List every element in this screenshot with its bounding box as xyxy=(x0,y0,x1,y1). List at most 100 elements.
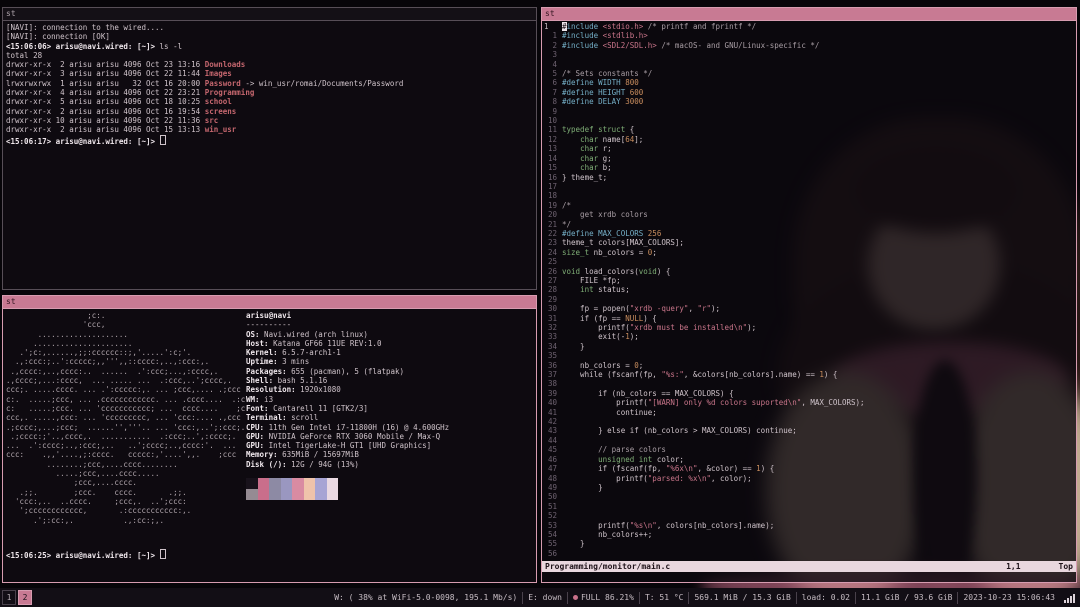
text-segment: int xyxy=(580,285,594,295)
text-segment: GPU: xyxy=(246,431,265,441)
color-swatch xyxy=(303,489,315,501)
line-number: 47 xyxy=(547,464,557,474)
terminal-window-vim[interactable]: st 1 #include <stdio.h> /* printf and fpr… xyxy=(541,7,1077,583)
text-cursor xyxy=(159,134,166,145)
text-segment: Intel TigerLake-H GT1 [UHD Graphics] xyxy=(264,441,432,451)
text-segment: ) { xyxy=(643,313,657,323)
window-titlebar[interactable]: st xyxy=(3,296,536,309)
status-segment: 2023-10-23 15:06:43 xyxy=(957,591,1060,604)
text-segment: , color); xyxy=(711,473,752,483)
text-segment: <15:06:06> arisu@navi.wired: [~]> xyxy=(6,41,160,51)
text-segment: , &colors[nb_colors].name) == xyxy=(683,370,820,380)
text-segment: Kernel: xyxy=(246,348,278,358)
window-titlebar[interactable]: st xyxy=(542,8,1076,21)
code-line: 11 typedef struct { xyxy=(544,125,1076,134)
vim-command-line[interactable] xyxy=(542,572,1076,582)
text-segment xyxy=(562,163,580,172)
text-segment: 256 xyxy=(647,228,662,238)
text-segment: char xyxy=(580,134,599,144)
terminal-line: drwxr-xr-x 4 arisu arisu 4096 Oct 22 23:… xyxy=(6,88,536,97)
code-line: 3 xyxy=(544,50,1076,59)
line-number: 8 xyxy=(552,97,557,107)
line-number: 33 xyxy=(547,332,557,342)
code-line: 49 } xyxy=(544,483,1076,492)
code-line: 7 #define HEIGHT 600 xyxy=(544,88,1076,97)
line-number: 7 xyxy=(552,87,557,97)
text-segment: } else if (nb_colors > MAX_COLORS) conti… xyxy=(562,426,797,436)
text-segment: include xyxy=(566,22,599,31)
vim-cursor-position: 1,1 xyxy=(1006,561,1021,571)
line-number: 46 xyxy=(547,454,557,464)
text-segment: { xyxy=(625,125,635,135)
text-segment: nb_colors = xyxy=(562,360,635,370)
terminal-window-neofetch[interactable]: st ;c:. 'ccc, .................... .....… xyxy=(2,295,537,583)
workspace-button-2[interactable]: 2 xyxy=(18,590,32,605)
text-segment: color; xyxy=(652,454,684,464)
text-segment: printf( xyxy=(562,398,648,408)
line-number: 36 xyxy=(547,360,557,370)
text-segment: continue; xyxy=(562,407,657,417)
code-line: 22 #define MAX_COLORS 256 xyxy=(544,229,1076,238)
text-segment: 11th Gen Intel i7-11800H (16) @ 4.600GHz xyxy=(264,422,450,432)
code-line: 12 char name[64]; xyxy=(544,135,1076,144)
vim-editor[interactable]: 1 #include <stdio.h> /* printf and fprint… xyxy=(542,21,1076,582)
line-number: 11 xyxy=(547,125,557,135)
text-segment: 1920x1080 xyxy=(295,385,341,395)
line-number: 21 xyxy=(547,219,557,229)
text-segment: drwxr-xr-x 2 arisu arisu 4096 Oct 15 13:… xyxy=(6,125,205,135)
line-number: 39 xyxy=(547,388,557,398)
text-segment: Cantarell 11 [GTK2/3] xyxy=(268,403,368,413)
terminal-window-shell[interactable]: st [NAVI]: connection to the wired.... [N… xyxy=(2,7,537,290)
text-segment: theme_t colors[MAX_COLORS]; xyxy=(562,238,684,248)
battery-dot-icon xyxy=(572,595,578,600)
code-line: 30 fp = popen("xrdb -query", "r"); xyxy=(544,304,1076,313)
line-number: 17 xyxy=(547,181,557,191)
text-segment: ls -l xyxy=(159,41,183,51)
fetch-entry: Shell: bash 5.1.16 xyxy=(246,376,449,385)
text-segment xyxy=(562,154,580,163)
text-segment: Packages: xyxy=(246,366,287,376)
text-segment: Password xyxy=(204,78,241,88)
text-segment: screens xyxy=(204,106,237,116)
text-segment: ) { xyxy=(656,266,671,276)
text-segment xyxy=(562,135,580,144)
text-segment: /* Sets constants */ xyxy=(562,69,653,79)
vim-buffer[interactable]: 1 #include <stdio.h> /* printf and fprint… xyxy=(542,21,1076,561)
code-line: 33 exit(-1); xyxy=(544,332,1076,341)
text-segment: printf( xyxy=(562,473,648,483)
code-line: 48 printf("parsed: %x\n", color); xyxy=(544,474,1076,483)
color-swatch xyxy=(269,478,281,490)
status-segments: W: ( 38% at WiFi-5.0-0098, 195.1 Mb/s) E:… xyxy=(329,591,1060,604)
text-segment: g; xyxy=(598,153,612,163)
text-segment: exit(- xyxy=(562,332,626,342)
code-line: 9 xyxy=(544,107,1076,116)
text-segment: OS: xyxy=(246,329,260,339)
code-line: 17 xyxy=(544,182,1076,191)
fetch-entry: Disk (/): 12G / 94G (13%) xyxy=(246,460,449,469)
status-segment: T: 51 °C xyxy=(638,591,689,604)
text-segment: /* macOS- and GNU/Linux-specific */ xyxy=(661,40,820,50)
terminal-line: total 28 xyxy=(6,51,536,60)
text-segment: #define MAX_COLORS xyxy=(562,228,648,238)
text-segment: school xyxy=(204,97,232,107)
color-swatch xyxy=(246,478,258,490)
line-number: 48 xyxy=(547,473,557,483)
text-segment: char xyxy=(580,163,599,173)
workspace-button-1[interactable]: 1 xyxy=(2,590,16,605)
line-number: 38 xyxy=(547,379,557,389)
text-segment: ; xyxy=(652,247,657,257)
window-titlebar[interactable]: st xyxy=(3,8,536,21)
code-line: 2 #include <SDL2/SDL.h> /* macOS- and GNU… xyxy=(544,41,1076,50)
shell-prompt[interactable]: <15:06:25> arisu@navi.wired: [~]> xyxy=(6,548,166,560)
terminal-output[interactable]: ;c:. 'ccc, .................... ........… xyxy=(3,309,536,582)
text-segment: "%s:" xyxy=(661,370,684,380)
code-line: 46 unsigned int color; xyxy=(544,455,1076,464)
code-line: 39 if (nb_colors == MAX_COLORS) { xyxy=(544,389,1076,398)
color-swatch xyxy=(269,489,281,501)
text-segment: printf( xyxy=(562,520,630,530)
terminal-output[interactable]: [NAVI]: connection to the wired.... [NAVI… xyxy=(3,21,536,289)
code-line: 41 continue; xyxy=(544,408,1076,417)
terminal-line: drwxr-xr-x 2 arisu arisu 4096 Oct 23 13:… xyxy=(6,60,536,69)
line-number: 54 xyxy=(547,529,557,539)
code-line: 6 #define WIDTH 800 xyxy=(544,78,1076,87)
